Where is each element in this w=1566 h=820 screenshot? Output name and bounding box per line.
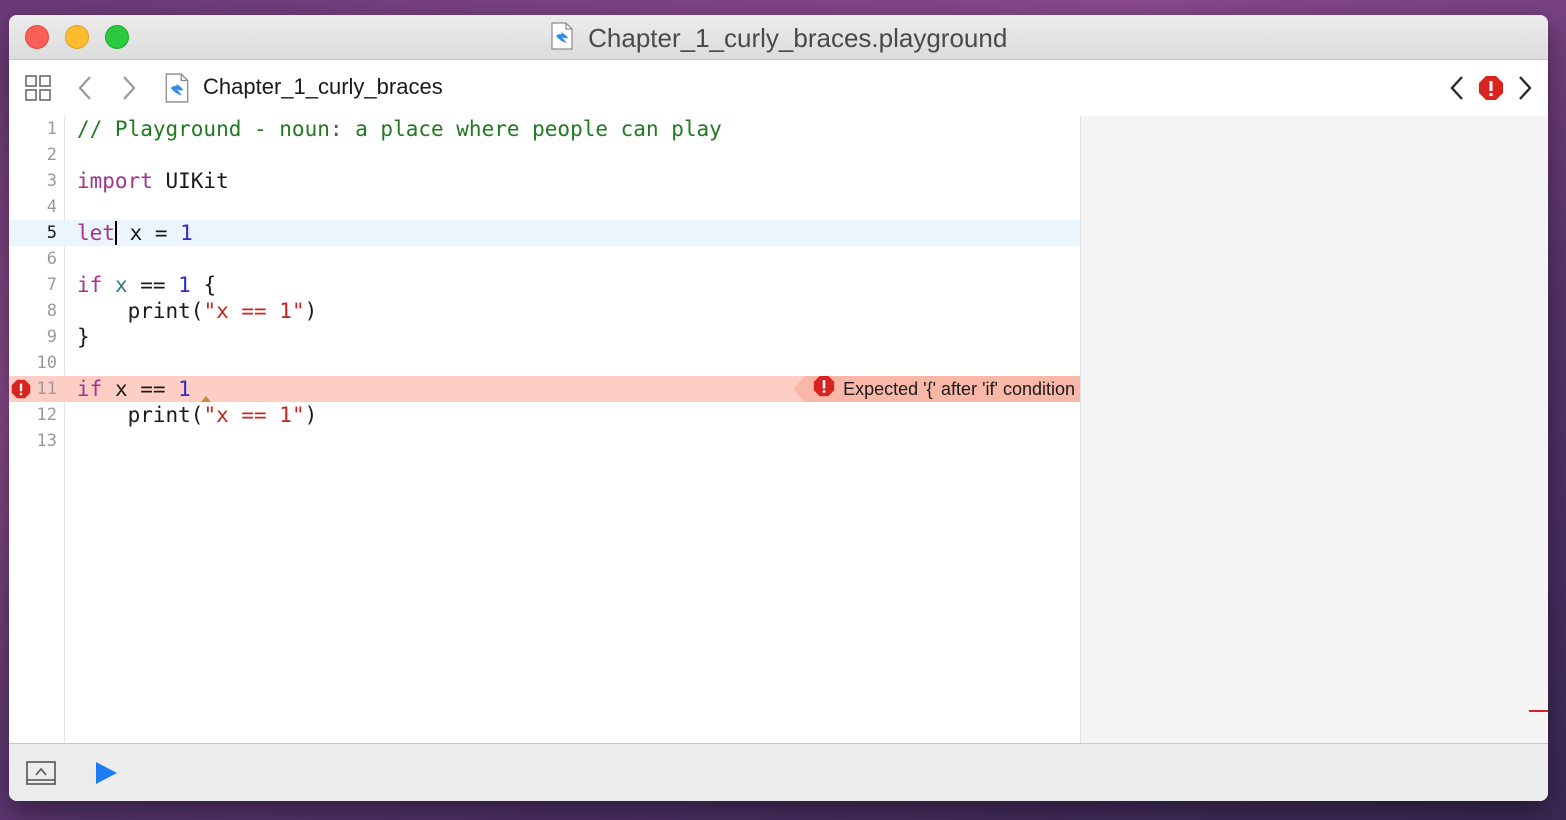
- code-line[interactable]: 1 // Playground - noun: a place where pe…: [9, 116, 1081, 142]
- code-line[interactable]: 3 import UIKit: [9, 168, 1081, 194]
- current-code-line[interactable]: 5 let x = 1: [9, 220, 1081, 246]
- error-message-text: Expected '{' after 'if' condition: [843, 379, 1075, 399]
- line-number: 1: [46, 119, 57, 139]
- results-sidebar[interactable]: [1080, 116, 1548, 743]
- error-icon[interactable]: [1477, 74, 1505, 102]
- window-title: Chapter_1_curly_braces.playground: [588, 23, 1008, 53]
- chevron-left-icon[interactable]: [73, 73, 97, 103]
- debug-bar: [9, 743, 1548, 801]
- chevron-right-icon[interactable]: [117, 73, 141, 103]
- breadcrumb[interactable]: Chapter_1_curly_braces: [203, 74, 443, 100]
- code-line[interactable]: 8 print("x == 1"): [9, 298, 1081, 324]
- code-paren: ): [304, 403, 318, 427]
- playground-file-icon: [550, 22, 574, 55]
- error-scroll-marker: [1529, 710, 1548, 712]
- code-keyword: let: [77, 221, 115, 245]
- line-number: 10: [36, 353, 57, 373]
- code-line[interactable]: 9 }: [9, 324, 1081, 350]
- line-number: 13: [36, 431, 57, 451]
- next-issue-button[interactable]: [1513, 73, 1537, 103]
- code-keyword: if: [77, 273, 103, 297]
- window-title-group: Chapter_1_curly_braces.playground: [9, 22, 1548, 55]
- inline-error-message[interactable]: Expected '{' after 'if' condition: [793, 376, 1081, 402]
- code-number: 1: [178, 377, 191, 401]
- play-icon[interactable]: [91, 759, 121, 787]
- show-debug-area-icon[interactable]: [25, 759, 57, 787]
- line-number: 6: [46, 249, 57, 269]
- code-brace: }: [77, 325, 90, 349]
- code-number: 1: [178, 273, 191, 297]
- line-number: 7: [46, 275, 57, 295]
- code-line[interactable]: 2: [9, 142, 1081, 168]
- code-string: "x == 1": [203, 403, 305, 427]
- playground-file-icon: [164, 73, 190, 108]
- source-editor[interactable]: 1 // Playground - noun: a place where pe…: [9, 116, 1081, 743]
- code-line[interactable]: 7 if x == 1 {: [9, 272, 1081, 298]
- code-line[interactable]: 4: [9, 194, 1081, 220]
- line-number: 2: [46, 145, 57, 165]
- code-function: print(: [127, 299, 204, 323]
- code-number: 1: [180, 221, 193, 245]
- line-number: 12: [36, 405, 57, 425]
- playground-window: Chapter_1_curly_braces.playground Chapte…: [9, 15, 1548, 801]
- error-icon: [813, 376, 835, 402]
- code-line[interactable]: 13: [9, 428, 1081, 454]
- code-line[interactable]: 6: [9, 246, 1081, 272]
- code-operator: ==: [127, 273, 179, 297]
- line-number: 8: [46, 301, 57, 321]
- line-number: 5: [46, 223, 57, 243]
- line-number: 4: [46, 197, 57, 217]
- error-code-line[interactable]: 11 if x == 1 Expected '{' after 'if' con…: [9, 376, 1081, 402]
- code-line[interactable]: 12 print("x == 1"): [9, 402, 1081, 428]
- navigation-bar: Chapter_1_curly_braces: [9, 60, 1548, 117]
- code-identifier: UIKit: [152, 169, 229, 193]
- title-bar: Chapter_1_curly_braces.playground: [9, 15, 1548, 60]
- code-paren: ): [304, 299, 318, 323]
- code-brace: {: [190, 273, 217, 297]
- code-comment: // Playground - noun: a place where peop…: [77, 117, 722, 141]
- code-string: "x == 1": [203, 299, 305, 323]
- code-variable: x: [102, 273, 128, 297]
- code-identifier: x =: [116, 221, 181, 245]
- line-number: 9: [46, 327, 57, 347]
- code-line[interactable]: 10: [9, 350, 1081, 376]
- code-keyword: if: [77, 377, 103, 401]
- code-keyword: import: [77, 169, 153, 193]
- code-function: print(: [127, 403, 204, 427]
- line-number: 11: [36, 379, 57, 399]
- previous-issue-button[interactable]: [1445, 73, 1469, 103]
- grid-icon[interactable]: [23, 73, 53, 103]
- line-number: 3: [46, 171, 57, 191]
- code-identifier: x ==: [102, 377, 179, 401]
